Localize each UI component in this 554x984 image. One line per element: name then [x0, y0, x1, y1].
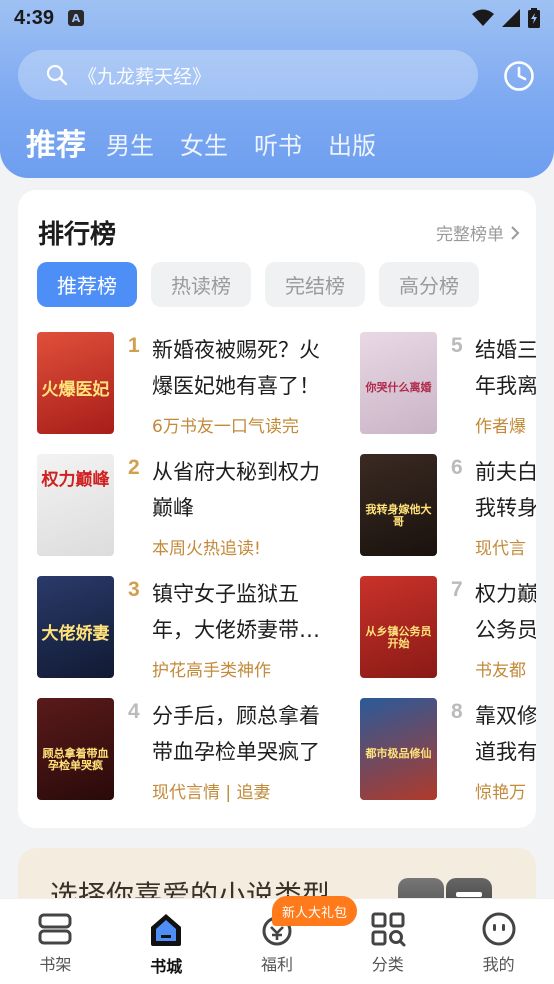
book-tag: 6万书友一口气读完 [152, 417, 299, 436]
new-user-gift-badge[interactable]: 新人大礼包 [272, 896, 358, 926]
book-title[interactable]: 结婚三年我离婚 [475, 332, 536, 404]
book-title[interactable]: 前夫白我转身 [475, 454, 536, 526]
book-title[interactable]: 分手后，顾总拿着带血孕检单哭疯了 [152, 698, 337, 770]
book-cover-title: 火爆医妃 [41, 380, 110, 400]
nav-bookstore[interactable]: 书城 [111, 899, 222, 984]
channel-tabs: 推荐 男生 女生 听书 出版 [26, 120, 402, 168]
tab-published[interactable]: 出版 [328, 124, 376, 168]
rank-tab-hot[interactable]: 热读榜 [151, 262, 251, 307]
nav-label: 书架 [39, 955, 72, 974]
full-ranking-link[interactable]: 完整榜单 [436, 220, 520, 245]
book-cover[interactable]: 顾总拿着带血孕检单哭疯 [37, 698, 114, 800]
book-cover[interactable]: 从乡镇公务员开始 [360, 576, 437, 678]
nav-label: 我的 [482, 955, 515, 974]
book-tag: 现代言情 | 追妻 [152, 783, 271, 802]
book-cover-title: 你哭什么离婚 [365, 381, 432, 394]
book-list: 火爆医妃 1 新婚夜被赐死？火爆医妃她有喜了！ 6万书友一口气读完权力巅峰 2 从省府大秘… [37, 332, 536, 812]
nav-label: 分类 [371, 955, 404, 974]
wifi-icon [472, 9, 494, 26]
status-time: 4:39 [14, 6, 55, 29]
book-tag: 作者爆 [475, 417, 526, 436]
full-ranking-label: 完整榜单 [436, 225, 504, 245]
nav-label: 福利 [260, 955, 293, 974]
rank-tab-completed[interactable]: 完结榜 [265, 262, 365, 307]
rank-number: 8 [451, 700, 463, 723]
book-cover[interactable]: 权力巅峰 [37, 454, 114, 556]
book-title[interactable]: 靠双修道我有 [475, 698, 536, 770]
book-title[interactable]: 镇守女子监狱五年，大佬娇妻带… [152, 576, 337, 648]
rank-number: 5 [451, 334, 463, 357]
book-cover-title: 从乡镇公务员开始 [365, 625, 432, 650]
book-item[interactable]: 你哭什么离婚 5 结婚三年我离婚作者爆 [360, 332, 536, 436]
rank-tab-top-rated[interactable]: 高分榜 [379, 262, 479, 307]
book-tag: 惊艳万 [475, 783, 526, 802]
book-cover-title: 权力巅峰 [41, 470, 110, 490]
book-item[interactable]: 顾总拿着带血孕检单哭疯 4 分手后，顾总拿着带血孕检单哭疯了现代言情 | 追妻 [37, 698, 337, 802]
tab-female[interactable]: 女生 [180, 124, 228, 168]
tab-male[interactable]: 男生 [106, 124, 154, 168]
book-info: 1 新婚夜被赐死？火爆医妃她有喜了！ 6万书友一口气读完 [128, 332, 337, 436]
ranking-tabs: 推荐榜 热读榜 完结榜 高分榜 [37, 262, 479, 307]
book-item[interactable]: 火爆医妃 1 新婚夜被赐死？火爆医妃她有喜了！ 6万书友一口气读完 [37, 332, 337, 436]
book-item[interactable]: 我转身嫁他大哥 6 前夫白我转身现代言 [360, 454, 536, 558]
search-input[interactable]: 《九龙葬天经》 [18, 50, 478, 100]
ranking-title: 排行榜 [38, 220, 117, 250]
app-notification-icon: A [68, 10, 85, 26]
rank-number: 7 [451, 578, 463, 601]
rank-number: 6 [451, 456, 463, 479]
book-item[interactable]: 大佬娇妻 3 镇守女子监狱五年，大佬娇妻带… 护花高手类神作 [37, 576, 337, 680]
history-clock-icon[interactable] [502, 59, 536, 93]
book-title[interactable]: 新婚夜被赐死？火爆医妃她有喜了！ [152, 332, 337, 404]
search-icon [46, 64, 68, 86]
tab-audiobook[interactable]: 听书 [254, 124, 302, 168]
bookshelf-icon [38, 913, 72, 945]
search-placeholder: 《九龙葬天经》 [78, 65, 212, 88]
book-tag: 现代言 [475, 539, 526, 558]
book-cover-title: 我转身嫁他大哥 [365, 503, 432, 528]
book-info: 8 靠双修道我有惊艳万 [451, 698, 536, 802]
profile-icon [482, 912, 516, 946]
status-bar: 4:39 A [0, 0, 554, 36]
nav-bookshelf[interactable]: 书架 [0, 899, 111, 984]
book-tag: 本周火热追读! [152, 539, 261, 558]
ranking-card: 排行榜 完整榜单 推荐榜 热读榜 完结榜 高分榜 火爆医妃 1 新婚夜被赐死？火爆医… [18, 190, 536, 828]
rank-tab-recommend[interactable]: 推荐榜 [37, 262, 137, 307]
book-info: 6 前夫白我转身现代言 [451, 454, 536, 558]
book-item[interactable]: 从乡镇公务员开始 7 权力巅公务员书友都 [360, 576, 536, 680]
book-item[interactable]: 都市极品修仙 8 靠双修道我有惊艳万 [360, 698, 536, 802]
bookstore-icon [151, 914, 182, 946]
book-cover-title: 大佬娇妻 [41, 624, 110, 644]
book-info: 3 镇守女子监狱五年，大佬娇妻带… 护花高手类神作 [128, 576, 337, 680]
book-cover[interactable]: 你哭什么离婚 [360, 332, 437, 434]
battery-icon [528, 8, 540, 28]
book-info: 5 结婚三年我离婚作者爆 [451, 332, 536, 436]
search-row: 《九龙葬天经》 [18, 50, 536, 100]
book-info: 4 分手后，顾总拿着带血孕检单哭疯了现代言情 | 追妻 [128, 698, 337, 802]
book-cover-title: 都市极品修仙 [365, 747, 432, 760]
book-cover[interactable]: 都市极品修仙 [360, 698, 437, 800]
book-tag: 护花高手类神作 [152, 661, 271, 680]
book-cover[interactable]: 大佬娇妻 [37, 576, 114, 678]
book-item[interactable]: 权力巅峰 2 从省府大秘到权力巅峰本周火热追读! [37, 454, 337, 558]
book-info: 7 权力巅公务员书友都 [451, 576, 536, 680]
rank-number: 1 [128, 334, 140, 357]
rank-number: 4 [128, 700, 140, 723]
book-cover-title: 顾总拿着带血孕检单哭疯 [42, 747, 109, 772]
tab-recommend[interactable]: 推荐 [26, 124, 86, 168]
chevron-right-icon [511, 225, 520, 240]
book-tag: 书友都 [475, 661, 526, 680]
book-cover[interactable]: 火爆医妃 [37, 332, 114, 434]
nav-label: 书城 [150, 957, 183, 976]
category-icon [371, 912, 406, 947]
rank-number: 3 [128, 578, 140, 601]
book-info: 2 从省府大秘到权力巅峰本周火热追读! [128, 454, 337, 558]
book-title[interactable]: 从省府大秘到权力巅峰 [152, 454, 337, 526]
book-cover[interactable]: 我转身嫁他大哥 [360, 454, 437, 556]
book-title[interactable]: 权力巅公务员 [475, 576, 536, 648]
rank-number: 2 [128, 456, 140, 479]
nav-profile[interactable]: 我的 [443, 899, 554, 984]
status-icons [472, 8, 540, 28]
signal-icon [502, 9, 520, 27]
